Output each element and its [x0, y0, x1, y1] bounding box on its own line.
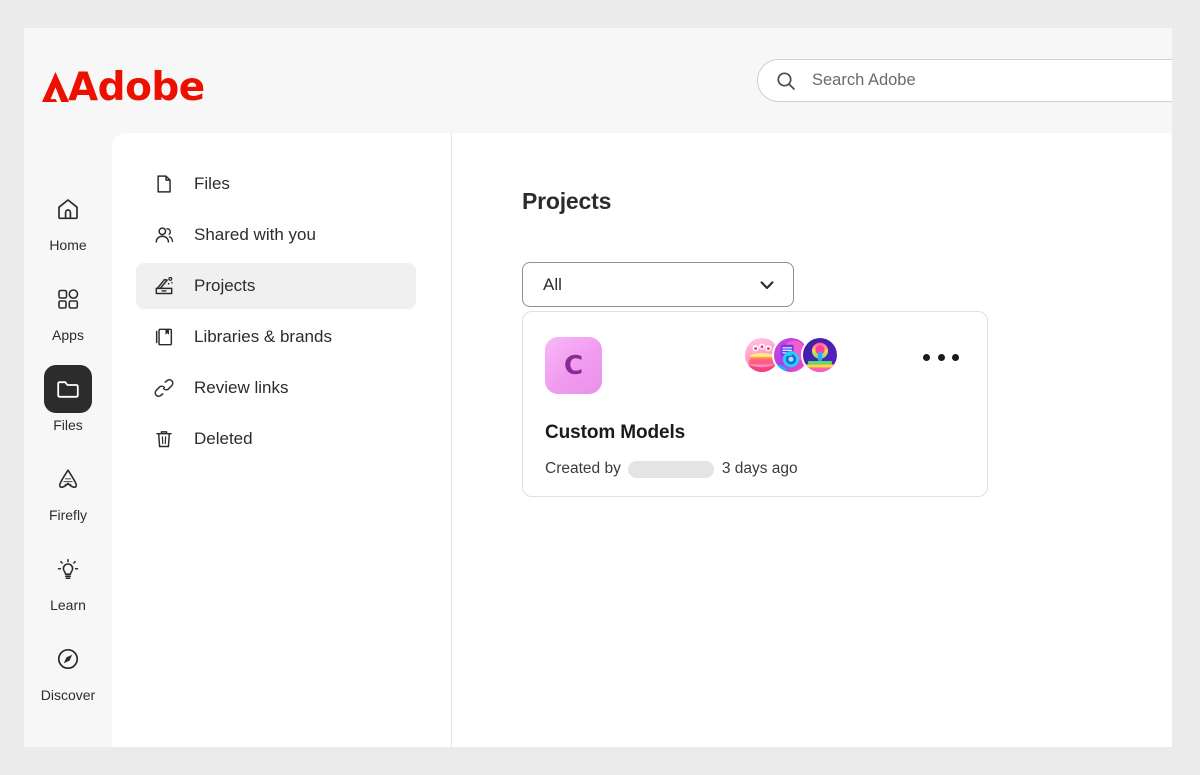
- more-options-icon[interactable]: [923, 346, 959, 368]
- content-panel: Files Shared with you: [112, 133, 1172, 747]
- search-bar[interactable]: [757, 59, 1172, 102]
- rail-label-home: Home: [24, 237, 112, 254]
- document-icon: [152, 172, 176, 196]
- rail-label-learn: Learn: [24, 597, 112, 614]
- chevron-down-icon: [758, 276, 776, 294]
- adobe-wordmark: Adobe: [68, 65, 205, 110]
- collaborator-avatars: +136: [743, 336, 889, 374]
- lightbulb-icon: [44, 545, 92, 593]
- rail-item-home[interactable]: Home: [24, 185, 112, 254]
- adobe-a-mark-icon: [42, 72, 69, 102]
- project-meta: Created by 3 days ago: [545, 460, 798, 478]
- nav-item-files[interactable]: Files: [136, 161, 416, 207]
- nav-label-libraries-and-brands: Libraries & brands: [194, 327, 332, 347]
- rail-item-learn[interactable]: Learn: [24, 545, 112, 614]
- people-icon: [152, 223, 176, 247]
- rail-label-files: Files: [24, 417, 112, 434]
- project-thumbnail: C: [545, 337, 602, 394]
- project-filter-value: All: [543, 275, 562, 295]
- rail-item-discover[interactable]: Discover: [24, 635, 112, 704]
- projects-icon: [152, 274, 176, 298]
- page-title: Projects: [522, 188, 611, 215]
- library-book-icon: [152, 325, 176, 349]
- link-chain-icon: [152, 376, 176, 400]
- projects-main-area: Projects All C: [453, 133, 1172, 747]
- search-input[interactable]: [812, 60, 1142, 101]
- project-card[interactable]: C: [522, 311, 988, 497]
- nav-label-shared-with-you: Shared with you: [194, 225, 316, 245]
- nav-label-projects: Projects: [194, 276, 255, 296]
- project-filter-dropdown[interactable]: All: [522, 262, 794, 307]
- nav-item-projects[interactable]: Projects: [136, 263, 416, 309]
- nav-item-shared-with-you[interactable]: Shared with you: [136, 212, 416, 258]
- apps-grid-icon: [44, 275, 92, 323]
- created-timestamp: 3 days ago: [722, 460, 798, 478]
- nav-label-deleted: Deleted: [194, 429, 253, 449]
- adobe-logo[interactable]: Adobe: [42, 68, 205, 107]
- rail-item-files[interactable]: Files: [24, 365, 112, 434]
- created-by-label: Created by: [545, 460, 621, 478]
- nav-item-review-links[interactable]: Review links: [136, 365, 416, 411]
- home-icon: [44, 185, 92, 233]
- global-nav-rail: Home Apps Files: [24, 133, 112, 747]
- rail-item-firefly[interactable]: Firefly: [24, 455, 112, 524]
- nav-item-deleted[interactable]: Deleted: [136, 416, 416, 462]
- adobe-creative-cloud-window: Adobe Home: [24, 28, 1172, 747]
- nav-label-files: Files: [194, 174, 230, 194]
- firefly-icon: [44, 455, 92, 503]
- creator-name-redacted: [628, 461, 714, 478]
- avatar[interactable]: [801, 336, 839, 374]
- search-icon: [776, 71, 796, 91]
- files-secondary-nav: Files Shared with you: [112, 133, 452, 747]
- nav-item-libraries-and-brands[interactable]: Libraries & brands: [136, 314, 416, 360]
- nav-label-review-links: Review links: [194, 378, 288, 398]
- compass-icon: [44, 635, 92, 683]
- project-title: Custom Models: [545, 422, 685, 444]
- rail-label-firefly: Firefly: [24, 507, 112, 524]
- rail-label-discover: Discover: [24, 687, 112, 704]
- top-bar: Adobe: [24, 28, 1172, 133]
- rail-label-apps: Apps: [24, 327, 112, 344]
- trash-icon: [152, 427, 176, 451]
- folder-icon: [44, 365, 92, 413]
- rail-item-apps[interactable]: Apps: [24, 275, 112, 344]
